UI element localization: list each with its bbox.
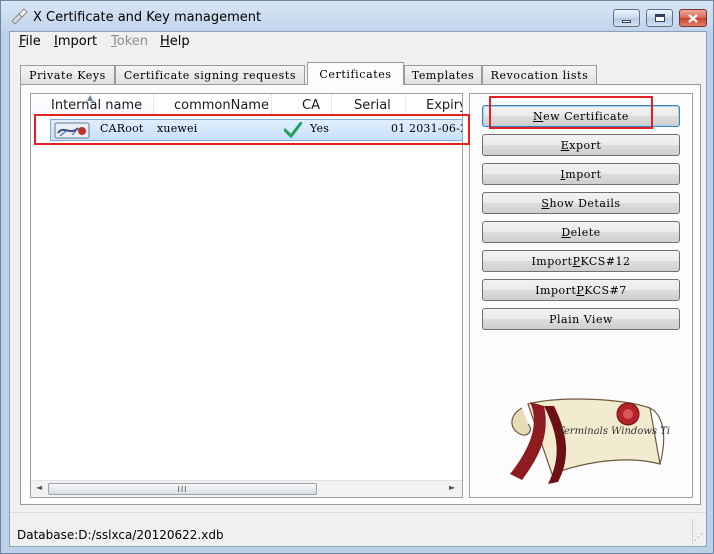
tab-private-keys[interactable]: Private Keys	[20, 65, 115, 84]
menu-file[interactable]: File	[17, 34, 43, 49]
app-icon	[11, 8, 28, 24]
scroll-left-icon[interactable]: ◄	[36, 483, 42, 492]
horizontal-scrollbar[interactable]: ◄ III ►	[31, 480, 462, 497]
app-window: X Certificate and Key management File Im…	[0, 0, 714, 554]
scroll-right-icon[interactable]: ►	[449, 483, 455, 492]
menu-import[interactable]: Import	[52, 34, 99, 49]
cell-expiry: 2031-06-2	[409, 122, 463, 135]
column-header-serial[interactable]: Serial	[332, 94, 406, 116]
menu-help[interactable]: Help	[158, 34, 192, 49]
cell-serial: 01	[391, 122, 406, 135]
export-button[interactable]: Export	[482, 134, 680, 156]
table-row[interactable]: CARoot xuewei Yes 01 2031-06-2	[50, 119, 463, 141]
status-bar: Database:D:/sslxca/20120622.xdb ⋰	[10, 512, 706, 546]
close-icon	[688, 13, 698, 23]
logo-text: Terminals Windows Time	[558, 426, 670, 437]
column-header-commonname[interactable]: commonName	[154, 94, 272, 116]
client-area: File Import Token Help Private Keys Cert…	[9, 31, 707, 547]
menu-bar: File Import Token Help	[10, 32, 706, 52]
check-icon	[284, 122, 302, 138]
certificate-icon	[54, 122, 90, 139]
title-bar[interactable]: X Certificate and Key management	[1, 1, 713, 31]
certificates-tab-pane: ▲ Internal name commonName CA Serial Exp…	[20, 84, 701, 505]
import-button[interactable]: Import	[482, 163, 680, 185]
menu-token[interactable]: Token	[109, 34, 150, 49]
minimize-icon	[622, 19, 631, 23]
tab-certificates[interactable]: Certificates	[307, 62, 404, 85]
show-details-button[interactable]: Show Details	[482, 192, 680, 214]
import-pkcs7-button[interactable]: Import P KCS#7	[482, 279, 680, 301]
parchment-scroll-logo: Terminals Windows Time	[510, 398, 670, 484]
database-path: Database:D:/sslxca/20120622.xdb	[17, 528, 224, 542]
delete-button[interactable]: Delete	[482, 221, 680, 243]
tab-templates[interactable]: Templates	[404, 65, 482, 84]
certificate-tree[interactable]: ▲ Internal name commonName CA Serial Exp…	[30, 93, 463, 498]
column-header-ca[interactable]: CA	[272, 94, 332, 116]
status-separator	[692, 519, 693, 545]
new-certificate-button[interactable]: New Certificate	[482, 105, 680, 127]
cell-ca: Yes	[310, 122, 330, 135]
plain-view-button[interactable]: Plain View	[482, 308, 680, 330]
tab-certificate-signing-requests[interactable]: Certificate signing requests	[115, 65, 305, 84]
resize-grip-icon[interactable]: ⋰	[694, 533, 703, 543]
minimize-button[interactable]	[613, 9, 640, 27]
column-header-expiry[interactable]: Expiry	[406, 94, 462, 116]
action-panel: New Certificate Export Import Show Detai…	[469, 93, 693, 498]
maximize-button[interactable]	[646, 9, 673, 27]
close-button[interactable]	[679, 9, 707, 27]
maximize-icon	[654, 14, 665, 22]
sort-ascending-icon: ▲	[87, 93, 94, 102]
scrollbar-thumb[interactable]: III	[48, 483, 317, 495]
import-pkcs12-button[interactable]: Import P KCS#12	[482, 250, 680, 272]
column-header-internal-name[interactable]: ▲ Internal name	[31, 94, 154, 116]
cell-common-name: xuewei	[157, 122, 198, 135]
cell-internal-name: CARoot	[100, 122, 144, 135]
window-title: X Certificate and Key management	[33, 10, 262, 25]
tab-revocation-lists[interactable]: Revocation lists	[482, 65, 597, 84]
